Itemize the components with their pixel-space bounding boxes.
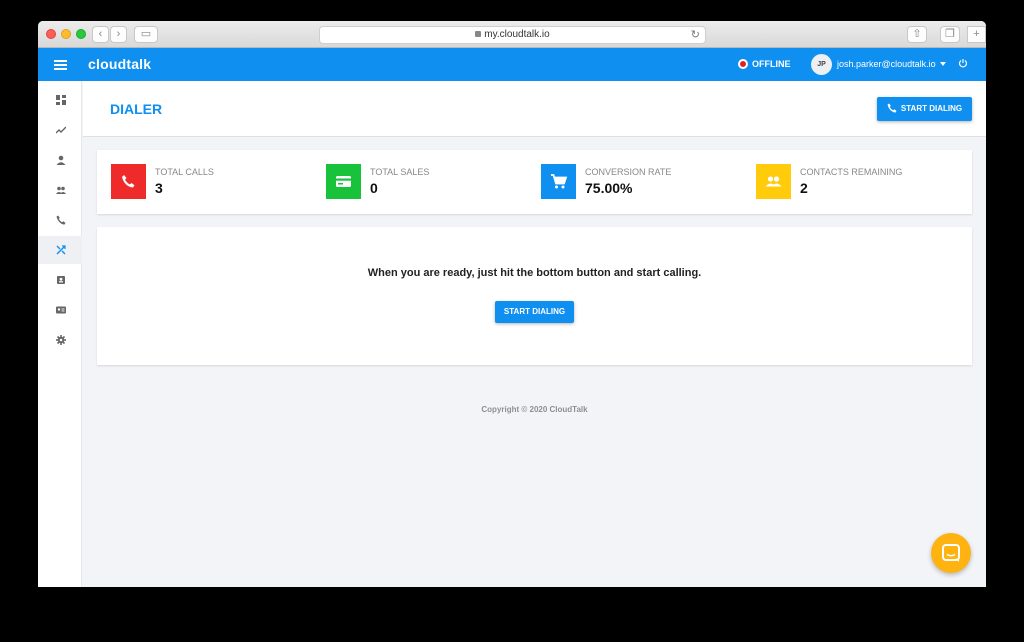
- zoom-window-button[interactable]: [76, 29, 86, 39]
- phone-icon: [56, 215, 66, 225]
- status-toggle[interactable]: OFFLINE: [738, 59, 791, 69]
- new-tab-button[interactable]: +: [967, 26, 986, 43]
- power-icon[interactable]: [958, 58, 968, 71]
- browser-window: ‹ › ▭ my.cloudtalk.io ↻ ⇧ ❐ + cloudtalk …: [38, 21, 986, 587]
- sidebar-item-team[interactable]: [38, 176, 82, 204]
- stat-label: TOTAL SALES: [370, 167, 430, 177]
- group-icon: [756, 164, 791, 199]
- phone-icon: [111, 164, 146, 199]
- status-label: OFFLINE: [752, 59, 791, 69]
- main-content: DIALER START DIALING TOTAL CALLS 3 TOTAL…: [83, 81, 986, 587]
- stat-value: 75.00%: [585, 180, 633, 196]
- contacts-book-icon: [57, 276, 65, 284]
- user-menu[interactable]: JP josh.parker@cloudtalk.io: [811, 54, 946, 75]
- cart-icon: [541, 164, 576, 199]
- sidebar-item-dialer[interactable]: [38, 236, 82, 264]
- chat-icon: [942, 544, 960, 562]
- start-dialing-label: START DIALING: [900, 104, 963, 113]
- stat-value: 0: [370, 180, 378, 196]
- share-button[interactable]: ⇧: [907, 26, 927, 43]
- stat-value: 2: [800, 180, 808, 196]
- phone-icon: [887, 103, 897, 113]
- contact-card-icon: [56, 306, 66, 314]
- avatar: JP: [811, 54, 832, 75]
- sidebar-item-user[interactable]: [38, 146, 82, 174]
- user-email: josh.parker@cloudtalk.io: [837, 58, 936, 69]
- stat-label: TOTAL CALLS: [155, 167, 214, 177]
- back-button[interactable]: ‹: [92, 26, 109, 43]
- chevron-down-icon: [939, 61, 946, 66]
- person-icon: [56, 155, 66, 165]
- sidebar-item-analytics[interactable]: [38, 116, 82, 144]
- settings-icon: [56, 335, 66, 345]
- people-icon: [56, 186, 66, 194]
- dashboard-icon: [56, 95, 66, 105]
- card-icon: [326, 164, 361, 199]
- minimize-window-button[interactable]: [61, 29, 71, 39]
- forward-button[interactable]: ›: [110, 26, 127, 43]
- status-dot-icon: [738, 59, 748, 69]
- browser-toolbar: ‹ › ▭ my.cloudtalk.io ↻ ⇧ ❐ +: [38, 21, 986, 48]
- dialer-message: When you are ready, just hit the bottom …: [367, 267, 702, 279]
- reload-icon[interactable]: ↻: [691, 27, 700, 43]
- close-window-button[interactable]: [46, 29, 56, 39]
- stats-card: TOTAL CALLS 3 TOTAL SALES 0 CONVERSION R…: [97, 150, 972, 214]
- logo: cloudtalk: [88, 56, 152, 72]
- lock-icon: [475, 31, 482, 37]
- chat-widget-button[interactable]: [931, 533, 971, 573]
- sidebar: [38, 81, 82, 587]
- copyright: Copyright © 2020 CloudTalk: [481, 405, 588, 414]
- shuffle-icon: [56, 245, 66, 255]
- sidebar-toggle-button[interactable]: ▭: [134, 26, 158, 43]
- trending-icon: [56, 126, 66, 134]
- stat-label: CONTACTS REMAINING: [800, 167, 903, 177]
- stat-label: CONVERSION RATE: [585, 167, 672, 177]
- menu-icon[interactable]: [54, 60, 67, 70]
- page-header: DIALER START DIALING: [83, 81, 986, 137]
- start-dialing-button[interactable]: START DIALING: [877, 97, 972, 121]
- sidebar-item-contacts[interactable]: [38, 266, 82, 294]
- app-header: cloudtalk OFFLINE JP josh.parker@cloudtal…: [38, 48, 986, 81]
- sidebar-item-calls[interactable]: [38, 206, 82, 234]
- sidebar-item-cards[interactable]: [38, 296, 82, 324]
- sidebar-item-dashboard[interactable]: [38, 86, 82, 114]
- url-text: my.cloudtalk.io: [484, 29, 550, 40]
- tabs-button[interactable]: ❐: [940, 26, 960, 43]
- page-title: DIALER: [110, 101, 163, 117]
- dialer-panel: When you are ready, just hit the bottom …: [97, 227, 972, 365]
- start-dialing-center-button[interactable]: START DIALING: [495, 301, 574, 323]
- address-bar[interactable]: my.cloudtalk.io ↻: [319, 26, 706, 44]
- stat-value: 3: [155, 180, 163, 196]
- sidebar-item-settings[interactable]: [38, 326, 82, 354]
